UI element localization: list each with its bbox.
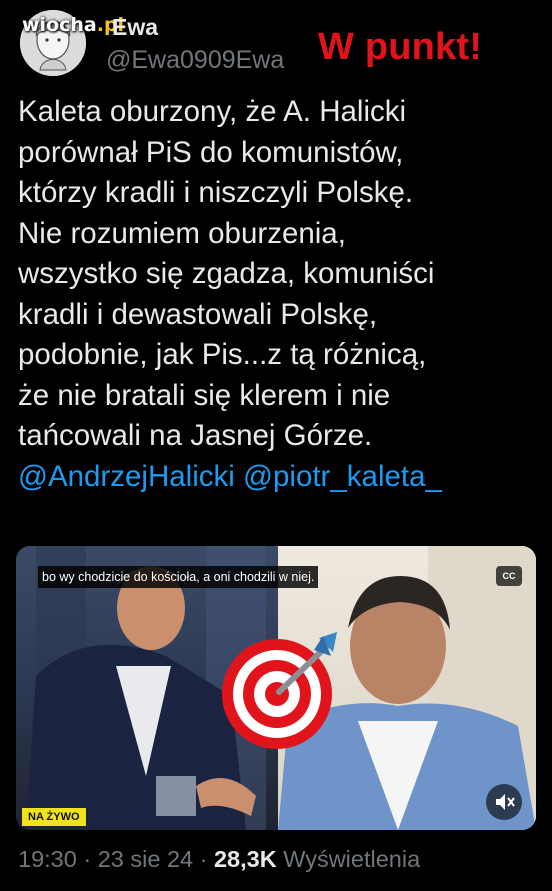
mention-link-kaleta[interactable]: @piotr_kaleta_ — [243, 460, 442, 493]
tweet-line: podobnie, jak Pis...z tą różnicą, — [18, 338, 427, 371]
views-label: Wyświetlenia — [283, 846, 421, 872]
mute-button[interactable] — [486, 784, 522, 820]
tweet-time[interactable]: 19:30 — [18, 846, 77, 872]
stamp-text: W punkt! — [318, 26, 483, 68]
video-caption: bo wy chodzicie do kościoła, a oni chodz… — [38, 566, 319, 588]
tweet-line: tańcowali na Jasnej Górze. — [18, 419, 373, 452]
author-handle[interactable]: @Ewa0909Ewa — [106, 46, 284, 75]
speaker-muted-icon — [496, 794, 515, 810]
closed-captions-button[interactable]: CC — [496, 566, 522, 586]
video-player[interactable]: bo wy chodzicie do kościoła, a oni chodz… — [16, 546, 536, 830]
tweet-line: że nie bratali się klerem i nie — [18, 378, 391, 412]
tweet-line: Kaleta oburzony, że A. Halicki — [18, 95, 407, 128]
tweet-line: kradli i dewastowali Polskę, — [18, 297, 378, 331]
views-count[interactable]: 28,3K — [214, 846, 277, 872]
bullseye-target-icon — [219, 628, 344, 750]
tweet-line: którzy kradli i niszczyli Polskę. — [18, 176, 414, 209]
separator: · — [83, 846, 92, 872]
tweet-header: wiocha.pl Ewa @Ewa0909Ewa W punkt! — [0, 0, 552, 90]
mention-link-halicki[interactable]: @AndrzejHalicki — [18, 460, 235, 493]
tweet-line: Nie rozumiem oburzenia, — [18, 216, 346, 250]
tweet-text: Kaleta oburzony, że A. Halicki porównał … — [18, 92, 538, 497]
author-display-name[interactable]: Ewa — [112, 14, 158, 41]
watermark-site: wiocha — [22, 14, 97, 36]
separator: · — [199, 846, 208, 872]
tweet-line: wszystko się zgadza, komuniści — [18, 257, 435, 290]
mentions-line: @AndrzejHalicki @piotr_kaleta_ — [18, 457, 538, 498]
tweet-date[interactable]: 23 sie 24 — [98, 846, 193, 872]
tweet-line: porównał PiS do komunistów, — [18, 135, 404, 169]
tweet-footer: 19:30 · 23 sie 24 · 28,3K Wyświetlenia — [18, 846, 420, 873]
watermark: wiocha.pl — [22, 14, 124, 36]
live-badge: NA ŻYWO — [22, 808, 86, 826]
